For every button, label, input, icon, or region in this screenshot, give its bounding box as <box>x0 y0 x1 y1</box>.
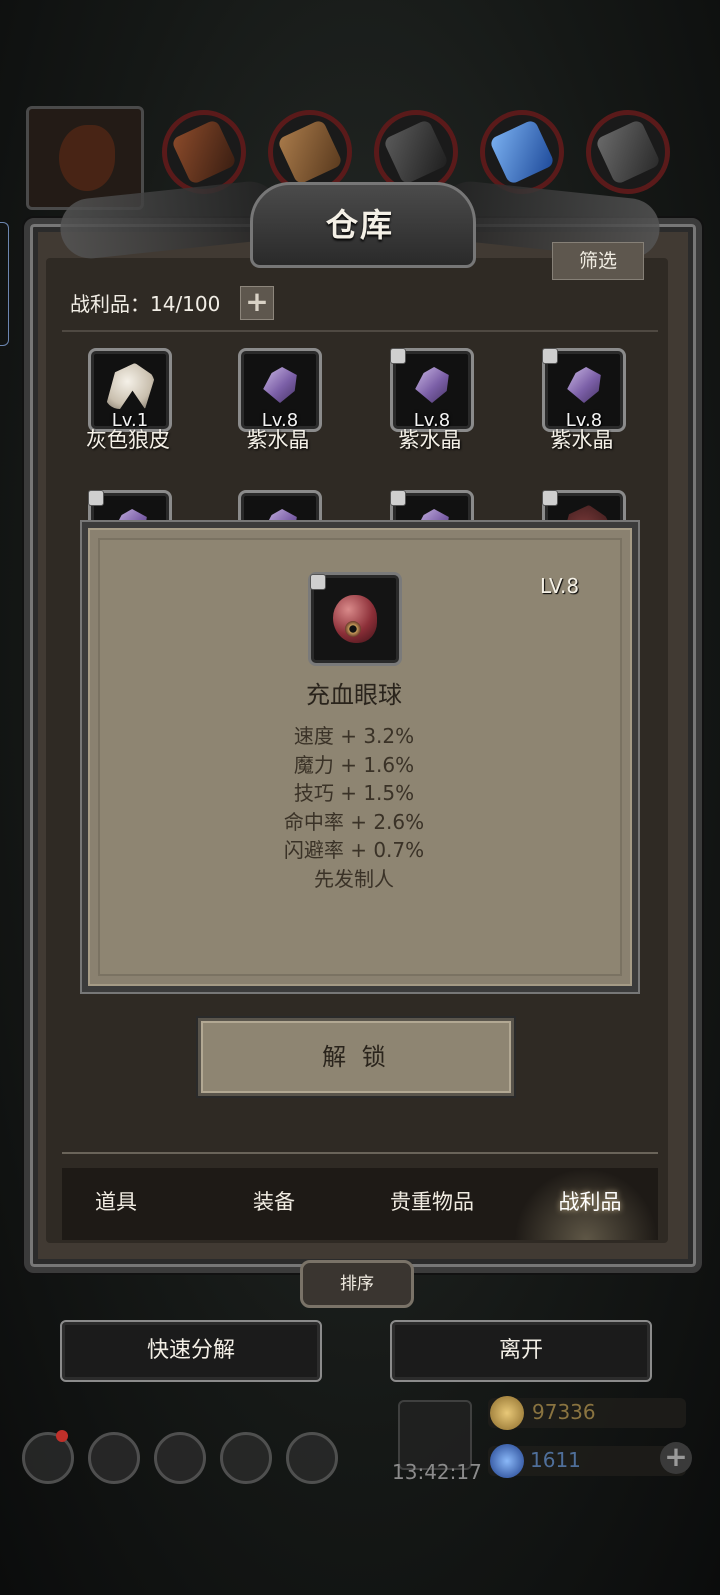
unlock-button[interactable]: 解 锁 <box>198 1018 514 1096</box>
page-title: 仓库 <box>325 206 394 244</box>
add-gems-button[interactable]: + <box>660 1442 692 1474</box>
item-name: 紫水晶 <box>550 428 614 452</box>
gold-amount: 97336 <box>532 1400 596 1424</box>
tab-items[interactable]: 道具 <box>46 1186 186 1216</box>
lock-icon <box>88 490 104 506</box>
map-icon[interactable] <box>286 1432 338 1484</box>
tooltip-item-name: 充血眼球 <box>306 681 402 709</box>
material-slot[interactable] <box>162 110 246 194</box>
iron-material-icon <box>382 118 450 186</box>
gem-amount: 1611 <box>530 1448 581 1472</box>
stat-line: 魔力 + 1.6% <box>293 752 415 777</box>
wood-material-icon <box>276 118 344 186</box>
amethyst-icon <box>263 367 297 403</box>
stat-line: 技巧 + 1.5% <box>293 781 415 805</box>
stat-line: 速度 + 3.2% <box>293 724 415 748</box>
item-name: 灰色狼皮 <box>86 428 170 452</box>
leave-button[interactable]: 离开 <box>390 1320 652 1382</box>
amethyst-icon <box>567 367 601 403</box>
pupil <box>345 621 361 637</box>
filter-button[interactable]: 筛选 <box>552 242 644 280</box>
amethyst-icon <box>415 367 449 403</box>
capacity-label: 战利品：14/100 <box>70 292 221 316</box>
tooltip-stats: 速度 + 3.2% 魔力 + 1.6% 技巧 + 1.5% 命中率 + 2.6%… <box>200 722 508 893</box>
stat-line: 命中率 + 2.6% <box>283 809 425 834</box>
bloodshot-eyeball-icon <box>333 595 377 643</box>
book-icon[interactable] <box>154 1432 206 1484</box>
crystal-material-icon <box>488 118 556 186</box>
divider <box>62 1152 658 1154</box>
lock-icon <box>390 348 406 364</box>
sort-button[interactable]: 排序 <box>300 1260 414 1308</box>
item-slot[interactable]: Lv.8 <box>238 348 322 432</box>
tooltip-level: LV.8 <box>540 574 580 598</box>
ore-material-icon <box>594 118 662 186</box>
item-name: 紫水晶 <box>246 428 310 452</box>
quick-decompose-button[interactable]: 快速分解 <box>60 1320 322 1382</box>
tab-valuables[interactable]: 贵重物品 <box>362 1186 502 1216</box>
lock-icon <box>542 348 558 364</box>
hide-material-icon <box>170 118 238 186</box>
divider <box>62 330 658 332</box>
gem-icon <box>490 1444 524 1478</box>
lock-icon <box>310 574 326 590</box>
timer: 13:42:17 <box>392 1460 482 1484</box>
quest-icon[interactable] <box>88 1432 140 1484</box>
item-slot[interactable]: Lv.1 <box>88 348 172 432</box>
tab-loot[interactable]: 战利品 <box>520 1186 660 1216</box>
material-slot[interactable] <box>480 110 564 194</box>
gold-coin-icon <box>490 1396 524 1430</box>
lock-icon <box>542 490 558 506</box>
side-tab[interactable] <box>0 222 9 346</box>
stat-line: 先发制人 <box>314 866 394 891</box>
leather-material-icon <box>59 125 115 191</box>
notification-badge <box>56 1430 68 1442</box>
mail-icon[interactable] <box>220 1432 272 1484</box>
tab-equipment[interactable]: 装备 <box>204 1186 344 1216</box>
expand-capacity-button[interactable]: + <box>240 286 274 320</box>
item-name: 紫水晶 <box>398 428 462 452</box>
material-slot[interactable] <box>586 110 670 194</box>
lock-icon <box>390 490 406 506</box>
stat-line: 闪避率 + 0.7% <box>283 838 425 862</box>
wolf-pelt-icon <box>105 363 155 409</box>
